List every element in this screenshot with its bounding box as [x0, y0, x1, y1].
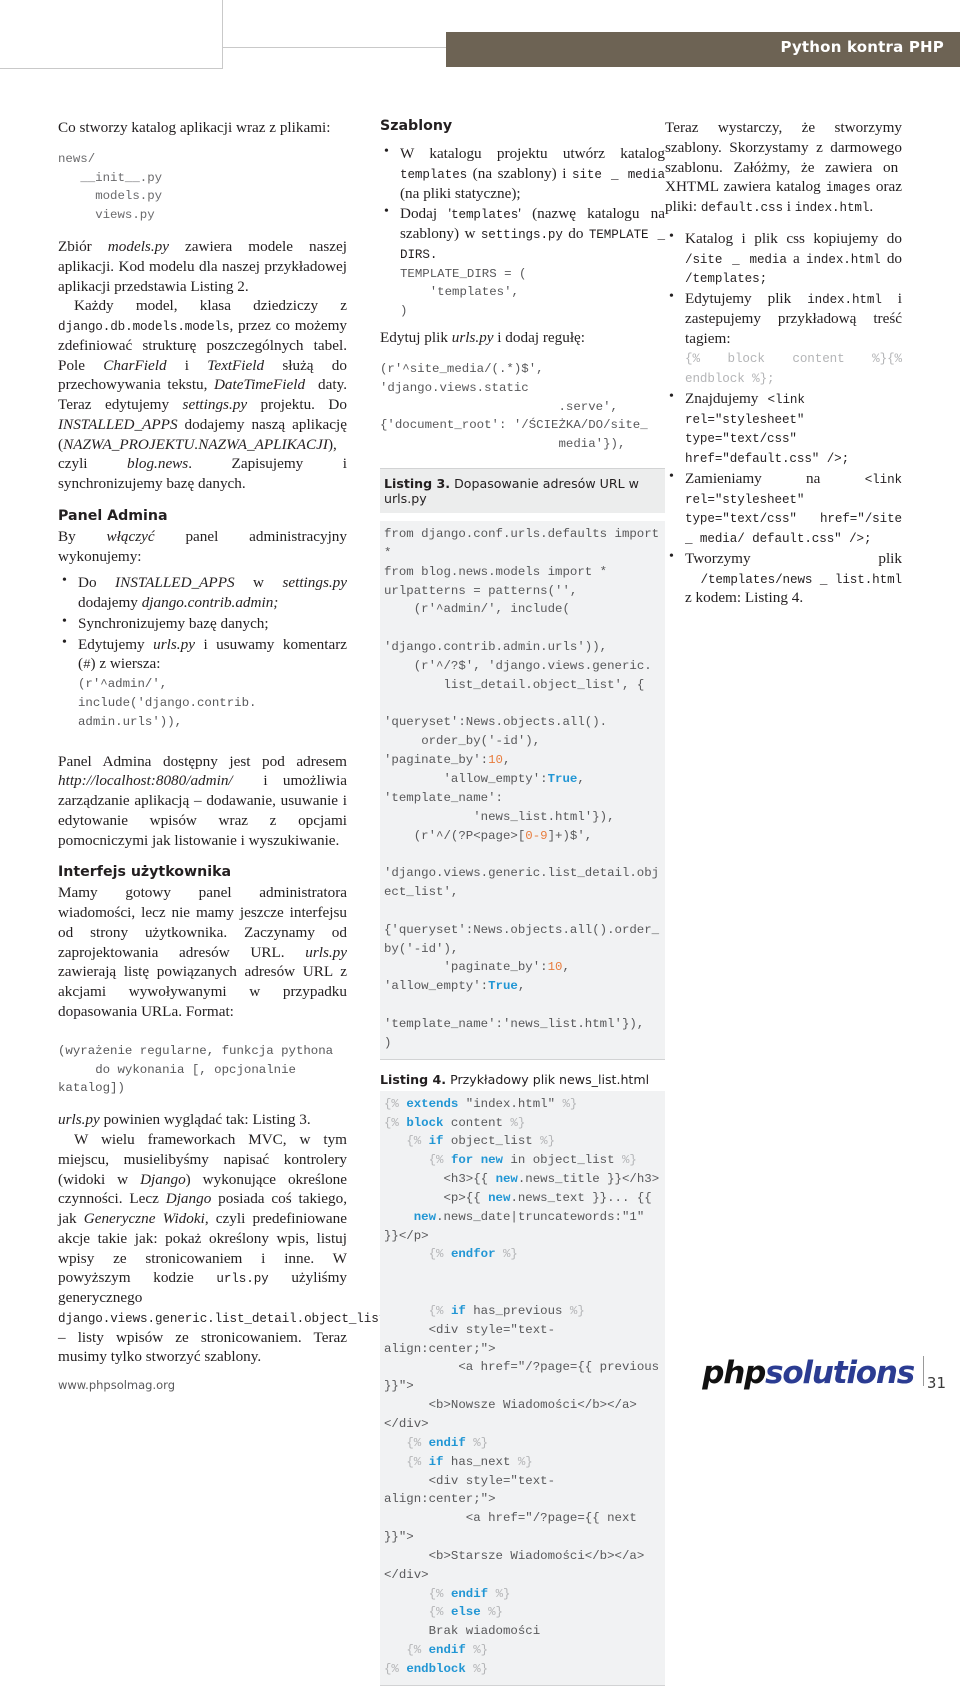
- page-number-divider: [923, 1356, 924, 1386]
- url-format-code: (wyrażenie regularne, funkcja pythona do…: [58, 1043, 334, 1096]
- header-title: Python kontra PHP: [780, 38, 944, 56]
- list-item: Do INSTALLED_APPS w settings.py dodajemy…: [58, 572, 347, 613]
- left-admin-intro: By włączyć panel administracyjny wykonuj…: [58, 527, 347, 565]
- list-item: Znajdujemy <link rel="stylesheet" type="…: [665, 388, 902, 468]
- column-middle: Szablony W katalogu projektu utwórz kata…: [380, 118, 665, 1686]
- header-bar: Python kontra PHP: [446, 32, 960, 67]
- admin-bullet-list: Do INSTALLED_APPS w settings.py dodajemy…: [58, 572, 347, 675]
- templates-bullet-list: W katalogu projektu utwórz katalog templ…: [380, 143, 665, 264]
- left-intro-paragraph: Co stworzy katalog aplikacji wraz z plik…: [58, 119, 331, 136]
- left-generic-paragraph: W wielu frameworkach MVC, w tym miejscu,…: [58, 1131, 387, 1366]
- right-intro-paragraph: Teraz wystarczy, że stworzymy szablony. …: [665, 119, 902, 215]
- column-left: Co stworzy katalog aplikacji wraz z plik…: [58, 118, 387, 1367]
- listing4-code: {% extends "index.html" %} {% block cont…: [384, 1096, 660, 1676]
- column-right: Teraz wystarczy, że stworzymy szablony. …: [665, 118, 902, 609]
- left-ui-paragraph: Mamy gotowy panel administratora wiadomo…: [58, 884, 347, 1020]
- logo-solutions-text: solutions: [765, 1355, 915, 1391]
- template-dirs-code: TEMPLATE_DIRS = ( 'templates', ): [400, 266, 527, 319]
- list-item: Zamieniamy na <link rel="stylesheet" typ…: [665, 468, 902, 548]
- list-item: W katalogu projektu utwórz katalog templ…: [380, 143, 665, 203]
- left-models-paragraph: Zbiór models.py zawiera modele naszej ap…: [58, 238, 347, 295]
- admin-url-code: (r'^admin/', include('django.contrib. ad…: [78, 677, 257, 729]
- footer-site-url[interactable]: www.phpsolmag.org: [58, 1378, 175, 1392]
- list-item: Dodaj 'templates' (nazwę katalogu na sza…: [380, 203, 665, 263]
- left-admin-url-paragraph: Panel Admina dostępny jest pod adresem h…: [58, 752, 347, 849]
- app-tree-code: news/ __init__.py models.py views.py: [58, 151, 163, 223]
- heading-szablony: Szablony: [380, 118, 453, 134]
- listing4-code-block: {% extends "index.html" %} {% block cont…: [380, 1090, 665, 1686]
- listing3-code-block: from django.conf.urls.defaults import * …: [380, 521, 665, 1060]
- block-content-code: {% block content %}{% endblock %};: [685, 352, 902, 386]
- site-media-code: (r'^site_media/(.*)$', 'django.views.sta…: [380, 361, 648, 452]
- listing3-label: Listing 3.: [384, 476, 451, 492]
- list-item: Edytujemy urls.py i usuwamy komentarz (#…: [58, 634, 347, 675]
- heading-interfejs-uzytkownika: Interfejs użytkownika: [58, 864, 232, 881]
- page-number: 31: [926, 1374, 946, 1392]
- listing4-caption-text: Przykładowy plik news_list.html: [450, 1071, 650, 1087]
- listing3-caption: Listing 3. Dopasowanie adresów URL w url…: [380, 468, 665, 514]
- admin-code-wrap: (r'^admin/', include('django.contrib. ad…: [58, 675, 347, 732]
- list-item: Synchronizujemy bazę danych;: [58, 613, 347, 634]
- left-urls-listing-paragraph: urls.py powinien wyglądać tak: Listing 3…: [58, 1111, 311, 1129]
- right-bullet-list: Katalog i plik css kopiujemy do /site _ …: [665, 228, 902, 608]
- phpsolutions-logo: phpsolutions: [702, 1355, 915, 1391]
- header-rule: [222, 47, 446, 48]
- left-each-model-paragraph: Każdy model, klasa dziedziczy z django.d…: [58, 297, 347, 493]
- middle-edit-urls-paragraph: Edytuj plik urls.py i dodaj regułę:: [380, 329, 586, 347]
- listing4-caption: Listing 4. Przykładowy plik news_list.ht…: [380, 1072, 665, 1087]
- list-item: Katalog i plik css kopiujemy do /site _ …: [665, 228, 902, 288]
- list-item: Edytujemy plik index.html i zastepujemy …: [665, 288, 902, 388]
- listing4-label: Listing 4.: [380, 1071, 447, 1087]
- heading-panel-admina: Panel Admina: [58, 507, 168, 524]
- listing3-code: from django.conf.urls.defaults import * …: [384, 527, 660, 1050]
- logo-php-text: php: [702, 1355, 766, 1391]
- list-item: Tworzymy plik /templates/news _ list.htm…: [665, 548, 902, 608]
- header-corner-box: [0, 0, 223, 69]
